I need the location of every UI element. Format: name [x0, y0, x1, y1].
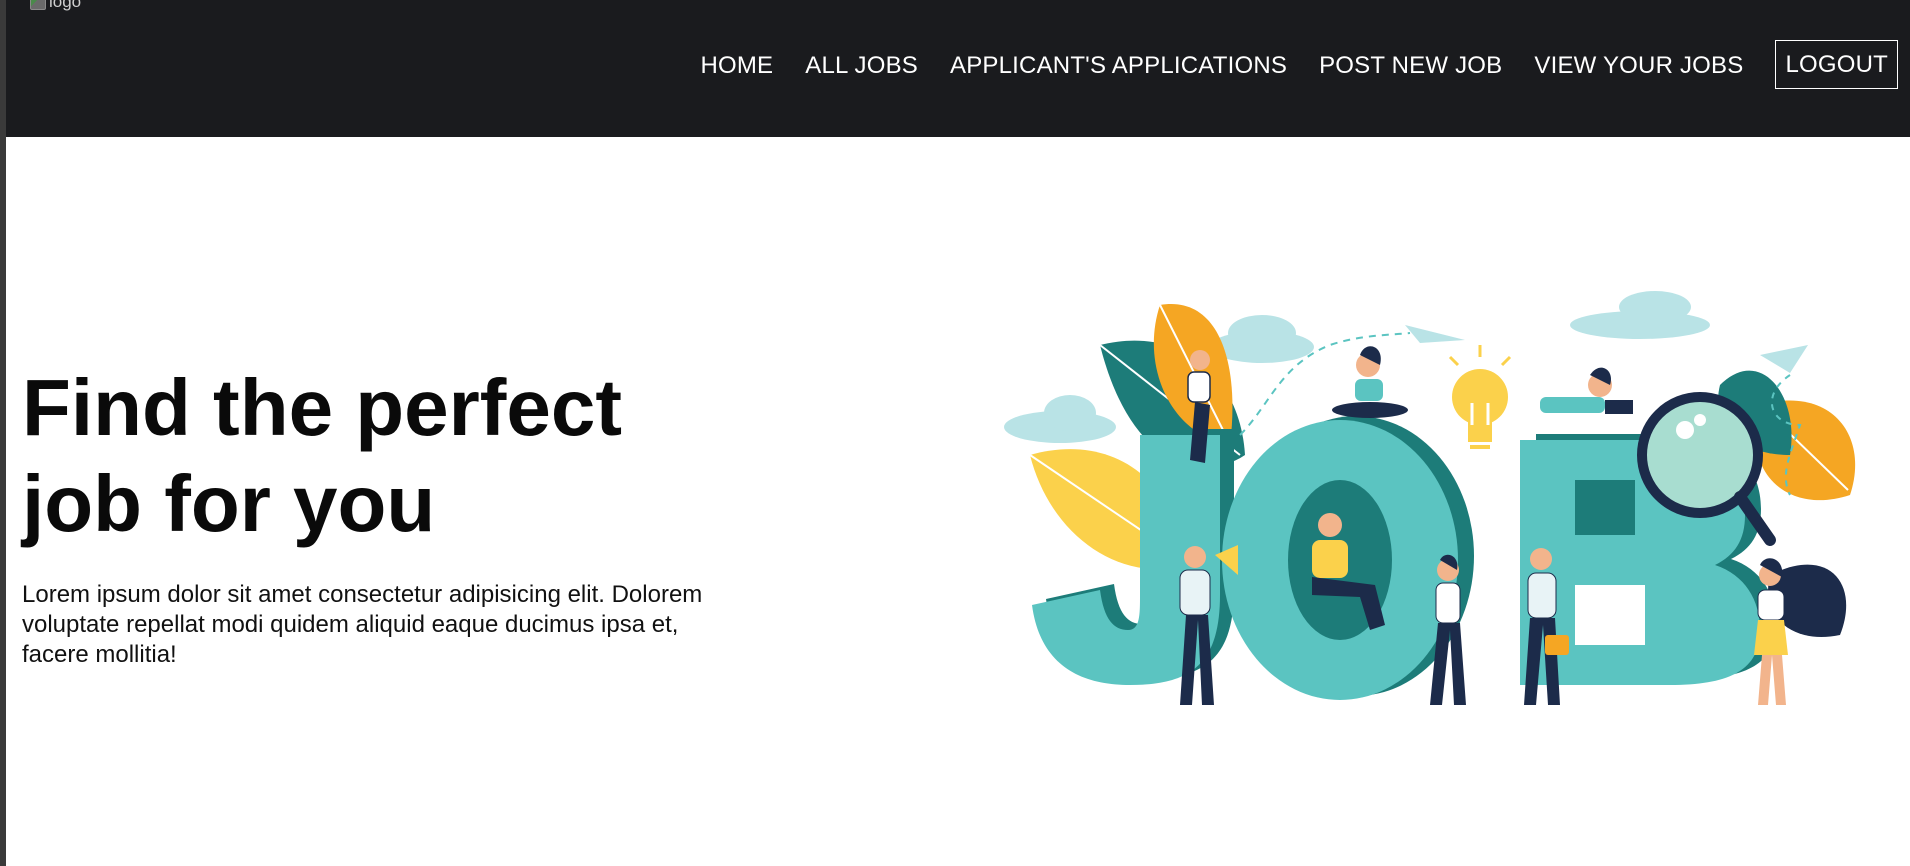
person-lying-with-laptop: [1540, 367, 1633, 414]
hero-title-line-2: job for you: [22, 459, 436, 548]
nav-post-new-job[interactable]: POST NEW JOB: [1319, 52, 1502, 80]
hero-description-line-2: voluptate repellat modi quidem aliquid e…: [22, 611, 679, 638]
nav-applicants-applications[interactable]: APPLICANT'S APPLICATIONS: [950, 52, 1287, 80]
lightbulb-icon: [1448, 345, 1512, 449]
briefcase-icon: [1545, 635, 1569, 655]
nav-view-your-jobs[interactable]: VIEW YOUR JOBS: [1534, 52, 1743, 80]
broken-image-icon: [30, 0, 46, 10]
person-with-laptop-top: [1332, 346, 1408, 418]
hero-description: Lorem ipsum dolor sit amet consectetur a…: [22, 580, 782, 670]
navbar: logo HOME ALL JOBS APPLICANT'S APPLICATI…: [6, 0, 1910, 137]
nav-all-jobs[interactable]: ALL JOBS: [805, 52, 918, 80]
nav-menu: HOME ALL JOBS APPLICANT'S APPLICATIONS P…: [700, 40, 1898, 89]
logo[interactable]: logo: [30, 0, 81, 12]
hero-title: Find the perfect job for you: [22, 360, 722, 552]
hero-title-line-1: Find the perfect: [22, 363, 623, 452]
job-illustration: [1004, 291, 1856, 705]
nav-home[interactable]: HOME: [700, 52, 773, 80]
hero-description-line-1: Lorem ipsum dolor sit amet consectetur a…: [22, 581, 703, 608]
logout-button[interactable]: LOGOUT: [1775, 40, 1898, 89]
logo-alt-text: logo: [49, 0, 82, 11]
hero-description-line-3: facere mollitia!: [22, 641, 177, 668]
